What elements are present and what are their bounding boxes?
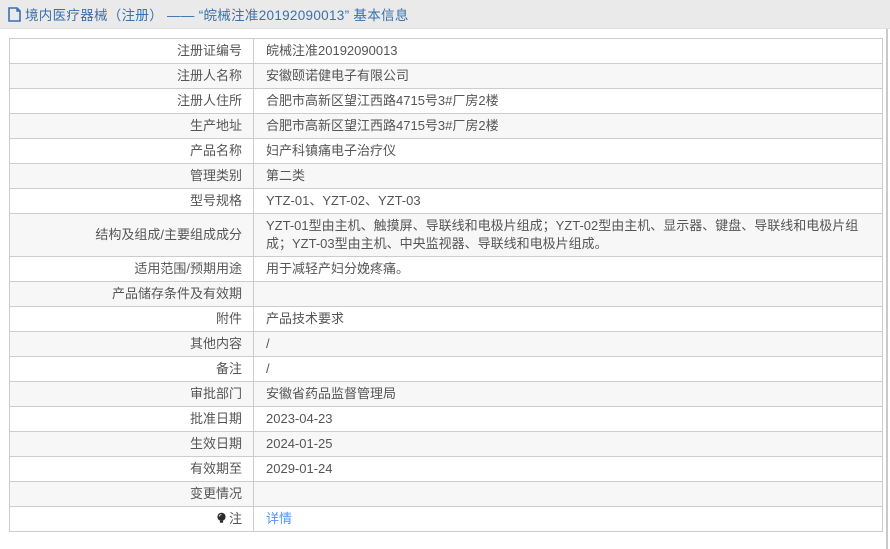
- row-label: 生产地址: [10, 114, 254, 139]
- registration-detail-page: 境内医疗器械（注册） —— “皖械注准20192090013” 基本信息 注册证…: [0, 0, 890, 549]
- row-value: 2023-04-23: [254, 407, 883, 432]
- row-label: 管理类别: [10, 164, 254, 189]
- page-title: 境内医疗器械（注册） —— “皖械注准20192090013” 基本信息: [25, 4, 409, 24]
- row-value: 安徽颐诺健电子有限公司: [254, 64, 883, 89]
- page-right-edge: [886, 29, 888, 549]
- row-value: YTZ-01、YZT-02、YZT-03: [254, 189, 883, 214]
- row-value: 安徽省药品监督管理局: [254, 382, 883, 407]
- table-row: 生产地址 合肥市高新区望江西路4715号3#厂房2楼: [10, 114, 883, 139]
- row-label: 型号规格: [10, 189, 254, 214]
- info-table-container: 注册证编号 皖械注准20192090013 注册人名称 安徽颐诺健电子有限公司 …: [0, 29, 890, 532]
- lightbulb-icon: [216, 512, 227, 525]
- row-label: 结构及组成/主要组成成分: [10, 214, 254, 257]
- table-row: 注册人住所 合肥市高新区望江西路4715号3#厂房2楼: [10, 89, 883, 114]
- row-label: 注册证编号: [10, 39, 254, 64]
- row-value: 皖械注准20192090013: [254, 39, 883, 64]
- table-row: 产品名称 妇产科镇痛电子治疗仪: [10, 139, 883, 164]
- table-row: 结构及组成/主要组成成分 YZT-01型由主机、触摸屏、导联线和电极片组成；YZ…: [10, 214, 883, 257]
- row-label: 适用范围/预期用途: [10, 257, 254, 282]
- table-row: 注册人名称 安徽颐诺健电子有限公司: [10, 64, 883, 89]
- row-label: 批准日期: [10, 407, 254, 432]
- row-label: 附件: [10, 307, 254, 332]
- row-label: 注: [10, 507, 254, 532]
- row-value: [254, 282, 883, 307]
- row-value: /: [254, 332, 883, 357]
- note-label: 注: [229, 511, 242, 526]
- device-info-table: 注册证编号 皖械注准20192090013 注册人名称 安徽颐诺健电子有限公司 …: [9, 38, 883, 532]
- row-value: 2024-01-25: [254, 432, 883, 457]
- table-row: 附件 产品技术要求: [10, 307, 883, 332]
- table-row: 产品储存条件及有效期: [10, 282, 883, 307]
- row-label: 有效期至: [10, 457, 254, 482]
- row-label: 审批部门: [10, 382, 254, 407]
- table-row: 注册证编号 皖械注准20192090013: [10, 39, 883, 64]
- detail-link[interactable]: 详情: [266, 511, 292, 526]
- row-value: 用于减轻产妇分娩疼痛。: [254, 257, 883, 282]
- table-row: 有效期至 2029-01-24: [10, 457, 883, 482]
- row-label: 备注: [10, 357, 254, 382]
- table-row: 注 详情: [10, 507, 883, 532]
- table-row: 备注 /: [10, 357, 883, 382]
- row-label: 注册人住所: [10, 89, 254, 114]
- table-row: 适用范围/预期用途 用于减轻产妇分娩疼痛。: [10, 257, 883, 282]
- row-label: 注册人名称: [10, 64, 254, 89]
- row-label: 生效日期: [10, 432, 254, 457]
- table-row: 变更情况: [10, 482, 883, 507]
- row-value: 详情: [254, 507, 883, 532]
- row-value: /: [254, 357, 883, 382]
- row-value: [254, 482, 883, 507]
- row-label: 其他内容: [10, 332, 254, 357]
- row-value: 合肥市高新区望江西路4715号3#厂房2楼: [254, 89, 883, 114]
- row-value: 第二类: [254, 164, 883, 189]
- table-row: 其他内容 /: [10, 332, 883, 357]
- table-row: 型号规格 YTZ-01、YZT-02、YZT-03: [10, 189, 883, 214]
- row-value: 产品技术要求: [254, 307, 883, 332]
- page-header: 境内医疗器械（注册） —— “皖械注准20192090013” 基本信息: [0, 0, 890, 29]
- row-label: 变更情况: [10, 482, 254, 507]
- row-value: YZT-01型由主机、触摸屏、导联线和电极片组成；YZT-02型由主机、显示器、…: [254, 214, 883, 257]
- document-icon: [8, 7, 21, 22]
- table-row: 审批部门 安徽省药品监督管理局: [10, 382, 883, 407]
- row-label: 产品储存条件及有效期: [10, 282, 254, 307]
- table-row: 批准日期 2023-04-23: [10, 407, 883, 432]
- row-value: 2029-01-24: [254, 457, 883, 482]
- table-row: 生效日期 2024-01-25: [10, 432, 883, 457]
- row-label: 产品名称: [10, 139, 254, 164]
- row-value: 妇产科镇痛电子治疗仪: [254, 139, 883, 164]
- row-value: 合肥市高新区望江西路4715号3#厂房2楼: [254, 114, 883, 139]
- table-row: 管理类别 第二类: [10, 164, 883, 189]
